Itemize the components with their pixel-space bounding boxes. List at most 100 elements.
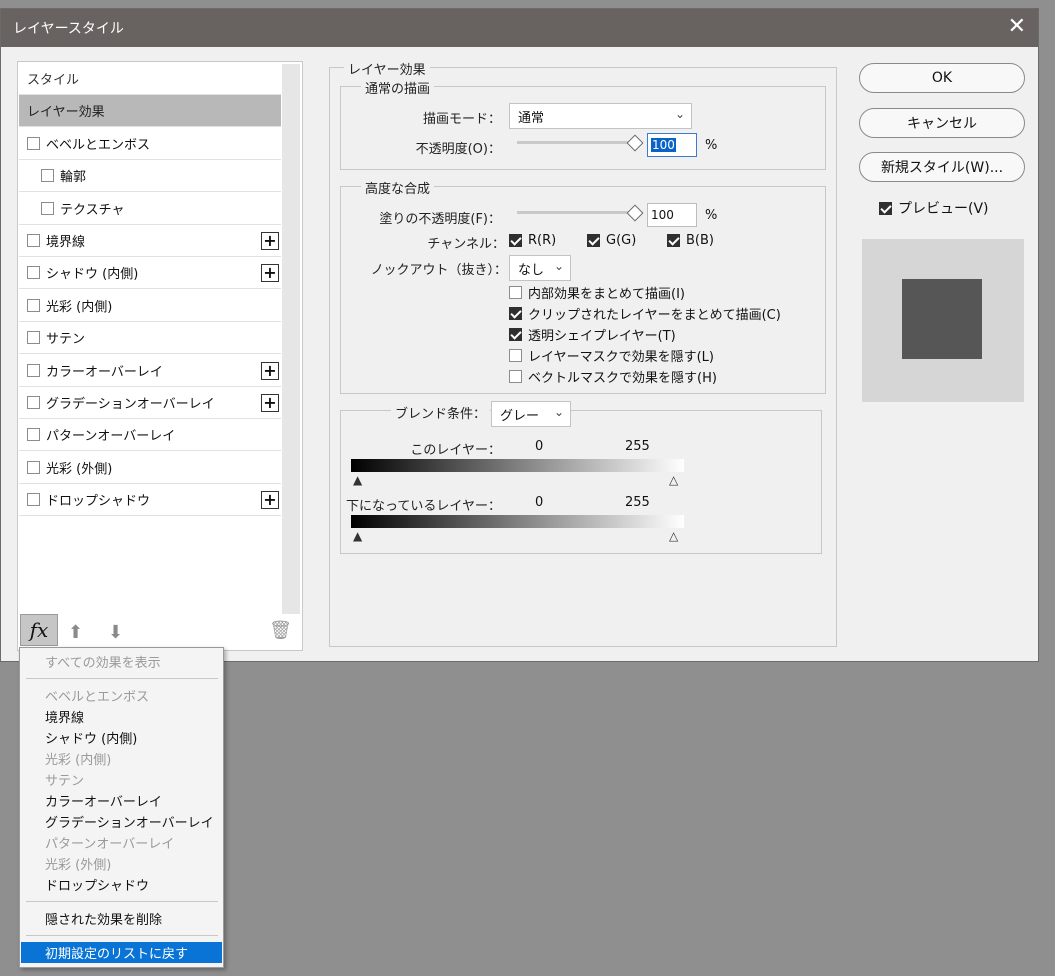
fill-opacity-input[interactable]: 100: [647, 203, 697, 227]
preview-checkbox[interactable]: プレビュー(V): [879, 198, 989, 218]
opacity-label: 不透明度(O)：: [415, 142, 501, 157]
under-layer-min: 0: [535, 495, 544, 510]
this-layer-gradient[interactable]: [351, 459, 684, 472]
close-icon[interactable]: ✕: [1008, 14, 1026, 39]
checkbox[interactable]: [27, 234, 40, 247]
fx-button[interactable]: fx: [20, 614, 58, 646]
checkbox[interactable]: [41, 169, 54, 183]
scrollbar[interactable]: [282, 64, 300, 614]
style-list-item-label: 輪郭: [60, 170, 87, 186]
style-list-item[interactable]: サテン: [19, 322, 281, 355]
under-layer-white-slider[interactable]: △: [669, 529, 678, 543]
blend-option-checkbox[interactable]: ベクトルマスクで効果を隠す(H): [509, 367, 717, 386]
style-list-item[interactable]: 光彩 (内側): [19, 290, 281, 322]
fx-menu-item[interactable]: カラーオーバーレイ: [21, 790, 222, 811]
style-list-item[interactable]: ドロップシャドウ +: [19, 484, 281, 517]
channel-checkbox[interactable]: B(B): [667, 233, 714, 248]
add-effect-icon[interactable]: +: [261, 264, 279, 283]
fx-menu-item: 光彩 (外側): [45, 858, 112, 873]
add-effect-icon[interactable]: +: [261, 491, 279, 510]
layer-effects-legend: レイヤー効果: [344, 59, 430, 78]
checkbox[interactable]: [27, 266, 40, 280]
style-list-item[interactable]: レイヤー効果: [19, 95, 281, 128]
this-layer-white-slider[interactable]: △: [669, 473, 678, 487]
blend-option-checkbox[interactable]: 透明シェイプレイヤー(T): [509, 325, 676, 344]
cancel-button[interactable]: キャンセル: [859, 108, 1025, 138]
add-effect-icon[interactable]: +: [261, 394, 279, 412]
fill-opacity-unit: %: [705, 208, 718, 223]
checkbox[interactable]: [509, 234, 522, 247]
this-layer-black-slider[interactable]: ▲: [353, 473, 362, 487]
blend-mode-select[interactable]: 通常 ⌄: [509, 103, 692, 129]
checkbox[interactable]: [27, 331, 40, 345]
blend-if-select[interactable]: グレー ⌄: [491, 401, 571, 427]
blend-option-checkbox[interactable]: 内部効果をまとめて描画(I): [509, 283, 685, 302]
blend-option-label: レイヤーマスクで効果を隠す(L): [528, 350, 714, 365]
checkbox[interactable]: [509, 286, 522, 299]
channel-checkbox[interactable]: G(G): [587, 233, 636, 248]
style-list-item[interactable]: ベベルとエンボス: [19, 128, 281, 160]
fx-menu-item[interactable]: 初期設定のリストに戻す: [21, 942, 222, 963]
opacity-input[interactable]: 100: [647, 133, 697, 157]
checkbox[interactable]: [27, 136, 40, 150]
under-layer-gradient[interactable]: [351, 515, 684, 528]
style-list-item[interactable]: テクスチャ: [19, 193, 281, 225]
fx-label: fx: [29, 618, 49, 642]
this-layer-max: 255: [625, 439, 650, 454]
menu-separator: [26, 935, 218, 936]
opacity-slider-thumb[interactable]: [626, 134, 644, 152]
style-list-item[interactable]: グラデーションオーバーレイ +: [19, 387, 281, 419]
add-effect-icon[interactable]: +: [261, 361, 279, 380]
this-layer-min: 0: [535, 439, 544, 454]
preview-label: プレビュー(V): [898, 201, 989, 217]
style-list-item[interactable]: シャドウ (内側) +: [19, 257, 281, 290]
add-effect-icon[interactable]: +: [261, 232, 279, 250]
fx-menu-item: ベベルとエンボス: [45, 690, 150, 705]
checkbox[interactable]: [27, 396, 40, 409]
under-layer-black-slider[interactable]: ▲: [353, 529, 362, 543]
arrow-up-icon[interactable]: ⬆: [68, 622, 83, 643]
checkbox[interactable]: [27, 298, 40, 312]
new-style-button[interactable]: 新規スタイル(W)...: [859, 152, 1025, 182]
style-list-item[interactable]: 輪郭: [19, 160, 281, 193]
checkbox[interactable]: [509, 349, 522, 362]
fx-menu-item[interactable]: 境界線: [21, 706, 222, 727]
fx-menu-item[interactable]: ドロップシャドウ: [21, 874, 222, 895]
style-list: fx ⬆ ⬇ 🗑 スタイル レイヤー効果 ベベルとエンボス輪郭テクスチャ 境界線 + シャ…: [17, 61, 303, 651]
opacity-slider-track[interactable]: [517, 141, 639, 144]
checkbox[interactable]: [509, 370, 522, 383]
blend-option-checkbox[interactable]: レイヤーマスクで効果を隠す(L): [509, 346, 714, 365]
blend-if-value: グレー: [500, 408, 540, 424]
fx-menu-item[interactable]: シャドウ (内側): [21, 727, 222, 748]
checkbox[interactable]: [587, 234, 600, 247]
checkbox[interactable]: [27, 363, 40, 377]
style-list-item[interactable]: カラーオーバーレイ +: [19, 355, 281, 387]
checkbox[interactable]: [509, 307, 522, 320]
style-list-item[interactable]: パターンオーバーレイ: [19, 419, 281, 452]
fx-menu-item[interactable]: グラデーションオーバーレイ: [21, 811, 222, 832]
checkbox[interactable]: [27, 493, 40, 507]
trash-icon[interactable]: 🗑: [269, 620, 292, 641]
style-list-item[interactable]: 光彩 (外側): [19, 452, 281, 484]
fill-opacity-slider-thumb[interactable]: [626, 204, 644, 222]
checkbox[interactable]: [27, 428, 40, 442]
blend-option-checkbox[interactable]: クリップされたレイヤーをまとめて描画(C): [509, 304, 781, 323]
style-list-item[interactable]: 境界線 +: [19, 225, 281, 257]
checkbox[interactable]: [667, 234, 680, 247]
dialog-title: レイヤースタイル: [13, 21, 124, 37]
checkbox[interactable]: [509, 328, 522, 341]
checkbox[interactable]: [41, 201, 54, 215]
checkbox[interactable]: [27, 460, 40, 474]
menu-separator: [26, 678, 218, 679]
knockout-select[interactable]: なし ⌄: [509, 255, 571, 281]
title-bar: レイヤースタイル ✕: [1, 9, 1038, 47]
advanced-blending-legend: 高度な合成: [361, 178, 435, 197]
channel-checkbox[interactable]: R(R): [509, 233, 556, 248]
fill-opacity-slider-track[interactable]: [517, 211, 639, 214]
fx-menu-item[interactable]: 隠された効果を削除: [21, 908, 222, 929]
under-layer-label: 下になっているレイヤー：: [346, 499, 501, 514]
style-list-item[interactable]: スタイル: [19, 63, 281, 95]
arrow-down-icon[interactable]: ⬇: [108, 622, 123, 643]
preview-check-icon[interactable]: [879, 201, 892, 215]
ok-button[interactable]: OK: [859, 63, 1025, 93]
